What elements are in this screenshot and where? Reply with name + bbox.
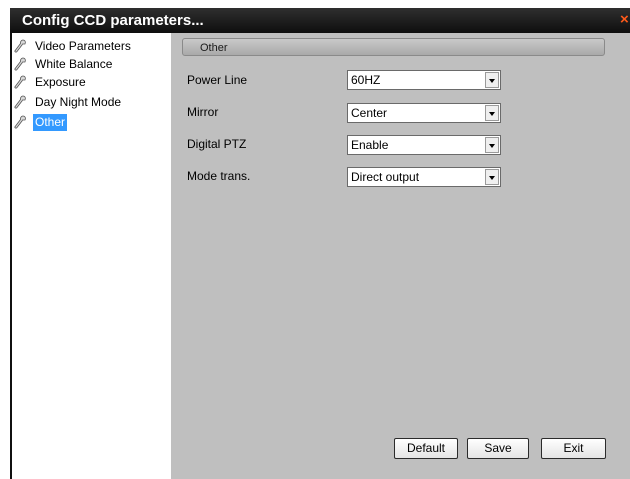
mirror-select[interactable]: Center xyxy=(347,103,501,123)
tree-item-label: Exposure xyxy=(35,75,86,89)
section-header: Other xyxy=(182,38,605,56)
close-icon[interactable]: × xyxy=(620,10,630,30)
power-line-select[interactable]: 60HZ xyxy=(347,70,501,90)
chevron-down-icon[interactable] xyxy=(485,105,499,121)
digital-ptz-select[interactable]: Enable xyxy=(347,135,501,155)
mode-trans-select[interactable]: Direct output xyxy=(347,167,501,187)
wrench-icon xyxy=(14,115,26,129)
chevron-down-icon[interactable] xyxy=(485,72,499,88)
mode-trans-label: Mode trans. xyxy=(187,169,251,183)
select-value: Enable xyxy=(351,138,389,152)
window-title: Config CCD parameters... xyxy=(22,12,204,29)
tree-item-label: Other xyxy=(33,114,68,131)
mirror-label: Mirror xyxy=(187,105,219,119)
config-ccd-window: Config CCD parameters... × Video Paramet… xyxy=(0,0,630,479)
select-value: Direct output xyxy=(351,170,420,184)
chevron-down-icon[interactable] xyxy=(485,137,499,153)
tree-item-label: Day Night Mode xyxy=(35,95,122,109)
wrench-icon xyxy=(14,57,26,71)
wrench-icon xyxy=(14,39,26,53)
tree-item-label: White Balance xyxy=(35,57,113,71)
digital-ptz-label: Digital PTZ xyxy=(187,137,247,151)
default-button[interactable]: Default xyxy=(394,438,458,459)
wrench-icon xyxy=(14,95,26,109)
tree-item-label: Video Parameters xyxy=(35,39,131,53)
select-value: Center xyxy=(351,106,388,120)
wrench-icon xyxy=(14,75,26,89)
exit-button[interactable]: Exit xyxy=(541,438,606,459)
settings-tree: Video Parameters White Balance Exposure … xyxy=(12,33,171,479)
save-button[interactable]: Save xyxy=(467,438,529,459)
power-line-label: Power Line xyxy=(187,73,248,87)
chevron-down-icon[interactable] xyxy=(485,169,499,185)
select-value: 60HZ xyxy=(351,73,381,87)
settings-panel: Other Power Line 60HZ Mirror Center Digi… xyxy=(171,33,630,479)
title-bar: Config CCD parameters... × xyxy=(10,8,630,33)
